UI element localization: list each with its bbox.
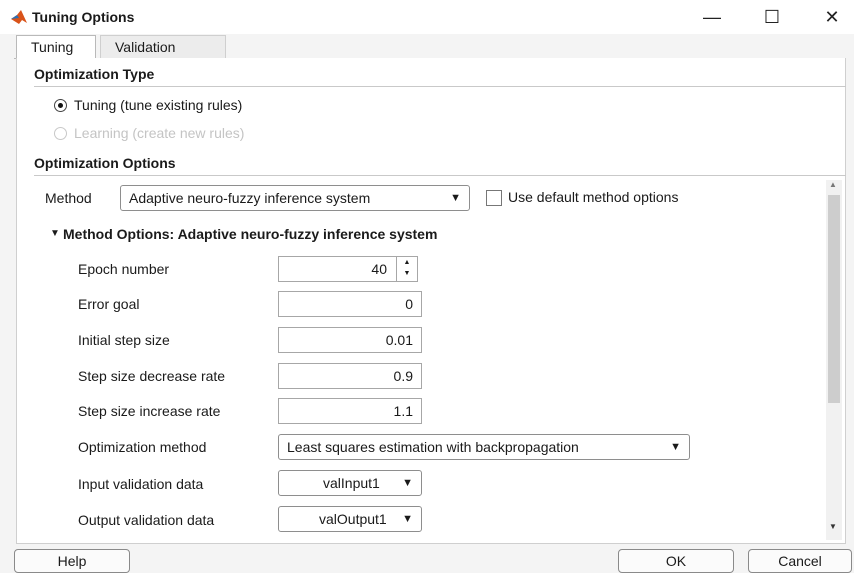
initial-step-size-label: Initial step size [78, 332, 170, 348]
ok-button[interactable]: OK [618, 549, 734, 573]
spinner-arrows-icon[interactable]: ▲ ▼ [396, 257, 417, 281]
radio-learning [54, 127, 67, 140]
epoch-number-value: 40 [371, 261, 387, 277]
optimization-type-heading: Optimization Type [34, 66, 155, 82]
optimization-method-value: Least squares estimation with backpropag… [287, 439, 579, 455]
step-increase-field[interactable]: 1.1 [278, 398, 422, 424]
error-goal-label: Error goal [78, 296, 140, 312]
step-decrease-field[interactable]: 0.9 [278, 363, 422, 389]
epoch-number-label: Epoch number [78, 261, 170, 277]
input-validation-dropdown[interactable]: valInput1 ▼ [278, 470, 422, 496]
collapse-triangle-icon[interactable]: ▼ [50, 228, 60, 239]
section-divider [34, 86, 846, 87]
dropdown-arrow-icon: ▼ [450, 192, 461, 204]
step-decrease-label: Step size decrease rate [78, 368, 226, 384]
radio-tuning-label: Tuning (tune existing rules) [74, 97, 243, 113]
close-button[interactable]: ✕ [812, 4, 852, 30]
epoch-number-stepper[interactable]: 40 ▲ ▼ [278, 256, 418, 282]
radio-learning-label: Learning (create new rules) [74, 125, 245, 141]
error-goal-field[interactable]: 0 [278, 291, 422, 317]
method-options-heading: Method Options: Adaptive neuro-fuzzy inf… [63, 226, 438, 242]
input-validation-label: Input validation data [78, 476, 204, 492]
help-button[interactable]: Help [14, 549, 130, 573]
input-validation-value: valInput1 [323, 475, 380, 491]
tab-tuning[interactable]: Tuning [16, 35, 96, 58]
optimization-method-label: Optimization method [78, 439, 207, 455]
minimize-button[interactable]: — [692, 4, 732, 30]
method-dropdown-value: Adaptive neuro-fuzzy inference system [129, 190, 371, 206]
scrollbar-thumb[interactable] [828, 195, 840, 403]
scroll-down-icon[interactable]: ▼ [829, 522, 837, 531]
window-title: Tuning Options [32, 9, 135, 25]
method-dropdown[interactable]: Adaptive neuro-fuzzy inference system ▼ [120, 185, 470, 211]
dropdown-arrow-icon: ▼ [402, 477, 413, 489]
method-label: Method [45, 190, 92, 206]
optimization-method-dropdown[interactable]: Least squares estimation with backpropag… [278, 434, 690, 460]
section-divider [34, 175, 846, 176]
cancel-button[interactable]: Cancel [748, 549, 852, 573]
output-validation-dropdown[interactable]: valOutput1 ▼ [278, 506, 422, 532]
dropdown-arrow-icon: ▼ [402, 513, 413, 525]
matlab-logo-icon [11, 10, 27, 24]
use-default-label: Use default method options [508, 189, 679, 205]
output-validation-label: Output validation data [78, 512, 215, 528]
optimization-options-heading: Optimization Options [34, 155, 176, 171]
use-default-checkbox[interactable] [486, 190, 502, 206]
scroll-up-icon[interactable]: ▲ [829, 180, 837, 189]
tab-validation[interactable]: Validation [100, 35, 226, 58]
radio-tuning[interactable] [54, 99, 67, 112]
dropdown-arrow-icon: ▼ [670, 441, 681, 453]
maximize-button[interactable]: ☐ [752, 4, 792, 30]
output-validation-value: valOutput1 [319, 511, 387, 527]
step-increase-label: Step size increase rate [78, 403, 221, 419]
initial-step-size-field[interactable]: 0.01 [278, 327, 422, 353]
